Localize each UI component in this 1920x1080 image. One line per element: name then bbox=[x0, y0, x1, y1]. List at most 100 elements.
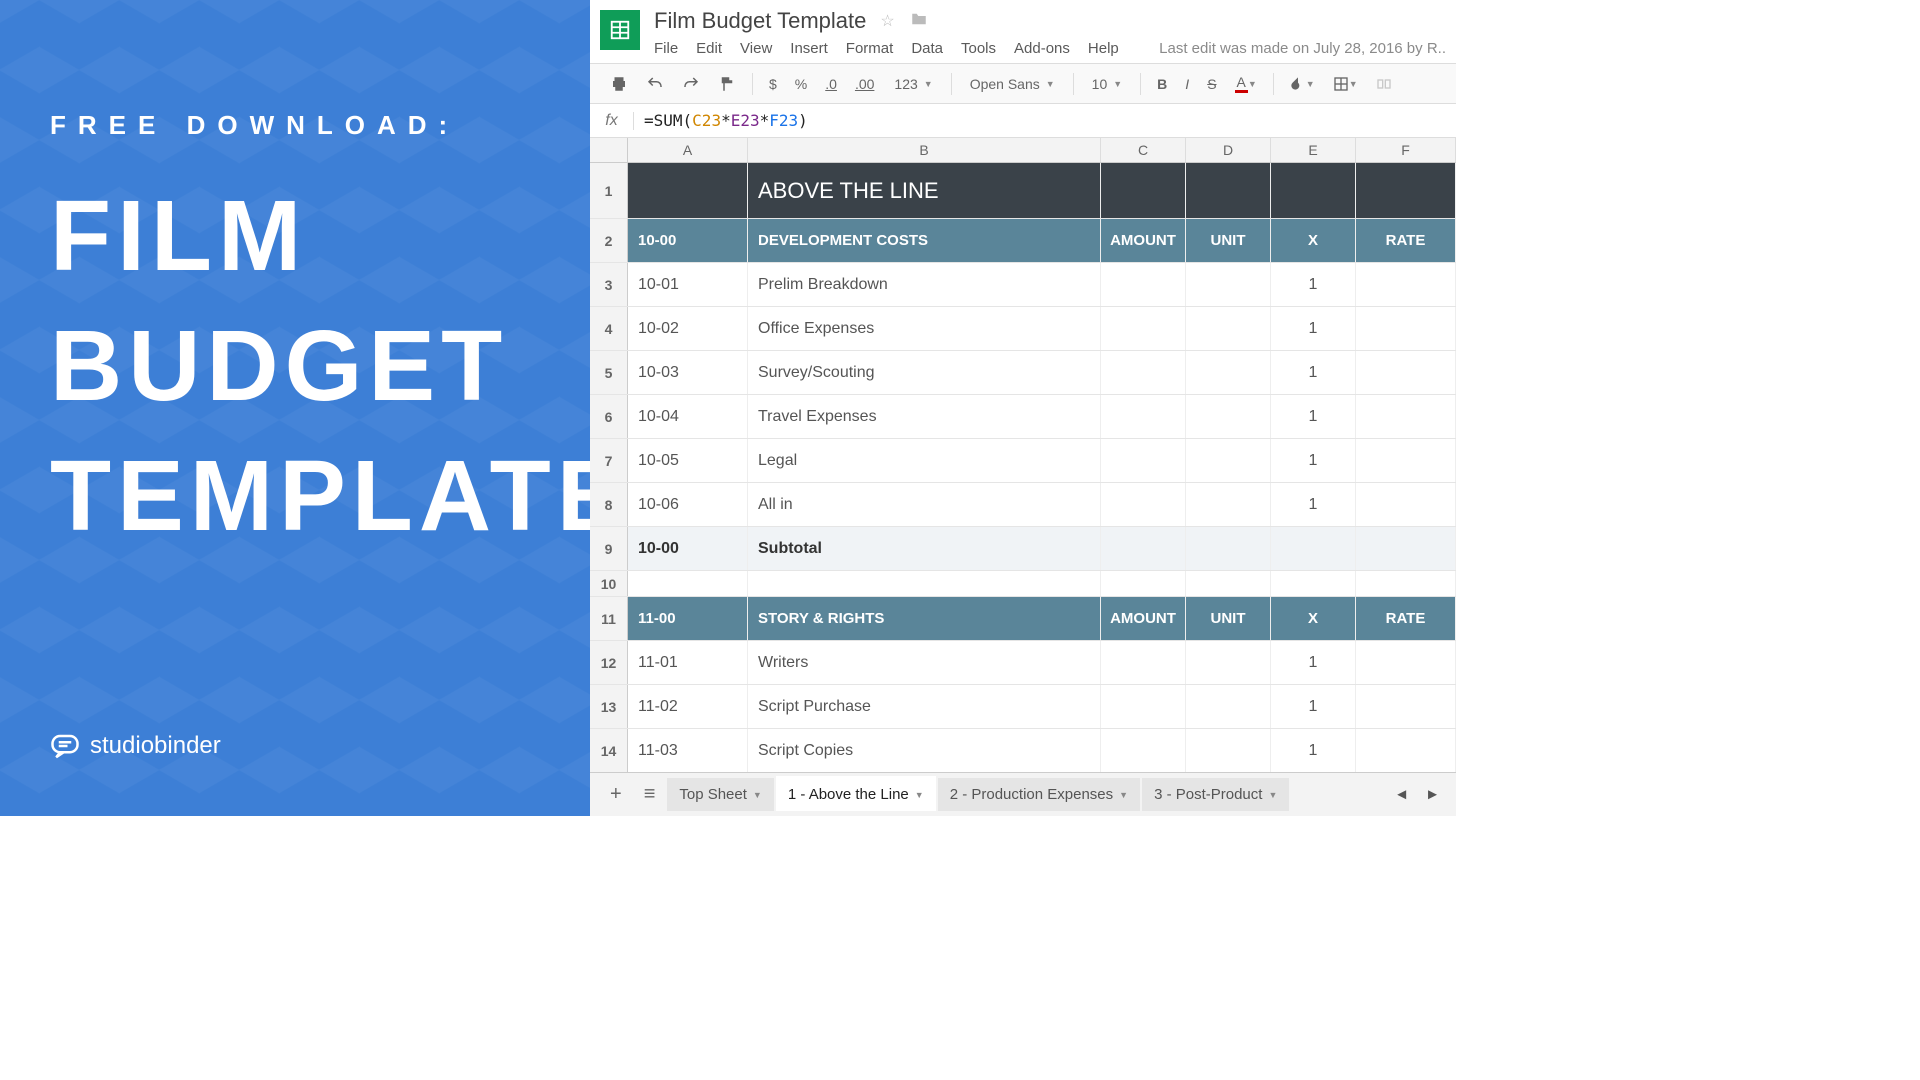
cell[interactable]: 1 bbox=[1271, 263, 1356, 306]
menu-tools[interactable]: Tools bbox=[961, 40, 996, 57]
row-header[interactable]: 13 bbox=[590, 685, 628, 728]
cell[interactable] bbox=[1356, 571, 1456, 596]
cell[interactable]: 11-01 bbox=[628, 641, 748, 684]
decrease-decimal-button[interactable]: .0 bbox=[819, 71, 843, 97]
cell[interactable] bbox=[1271, 527, 1356, 570]
cell[interactable] bbox=[1186, 263, 1271, 306]
bold-button[interactable]: B bbox=[1151, 71, 1173, 97]
cell[interactable]: DEVELOPMENT COSTS bbox=[748, 219, 1101, 262]
cell[interactable] bbox=[628, 163, 748, 218]
cell[interactable]: AMOUNT bbox=[1101, 219, 1186, 262]
cell[interactable]: 1 bbox=[1271, 395, 1356, 438]
cell[interactable] bbox=[1356, 395, 1456, 438]
borders-button[interactable]: ▼ bbox=[1327, 71, 1364, 97]
cell[interactable]: 1 bbox=[1271, 307, 1356, 350]
cell[interactable]: 10-03 bbox=[628, 351, 748, 394]
cell[interactable] bbox=[1356, 483, 1456, 526]
formula-input[interactable]: =SUM(C23*E23*F23) bbox=[634, 111, 818, 130]
cell[interactable]: ABOVE THE LINE bbox=[748, 163, 1101, 218]
cell[interactable] bbox=[1101, 729, 1186, 772]
menu-data[interactable]: Data bbox=[911, 40, 943, 57]
cell[interactable]: 1 bbox=[1271, 729, 1356, 772]
menu-format[interactable]: Format bbox=[846, 40, 894, 57]
merge-cells-button[interactable] bbox=[1370, 71, 1398, 97]
doc-title[interactable]: Film Budget Template bbox=[654, 6, 866, 36]
cell[interactable]: UNIT bbox=[1186, 219, 1271, 262]
redo-icon[interactable] bbox=[676, 71, 706, 97]
cell[interactable]: Subtotal bbox=[748, 527, 1101, 570]
cell[interactable] bbox=[1356, 527, 1456, 570]
cell[interactable]: Writers bbox=[748, 641, 1101, 684]
paint-format-icon[interactable] bbox=[712, 71, 742, 97]
col-header-f[interactable]: F bbox=[1356, 138, 1456, 162]
cell[interactable] bbox=[1186, 483, 1271, 526]
cell[interactable]: Travel Expenses bbox=[748, 395, 1101, 438]
sheet-tab[interactable]: 3 - Post-Product▼ bbox=[1142, 778, 1289, 811]
cell[interactable]: X bbox=[1271, 597, 1356, 640]
col-header-a[interactable]: A bbox=[628, 138, 748, 162]
cell[interactable]: 10-00 bbox=[628, 527, 748, 570]
text-color-button[interactable]: A▼ bbox=[1229, 70, 1263, 97]
number-format-dropdown[interactable]: 123▼ bbox=[886, 72, 940, 96]
cell[interactable]: 10-02 bbox=[628, 307, 748, 350]
cell[interactable]: STORY & RIGHTS bbox=[748, 597, 1101, 640]
cell[interactable] bbox=[1186, 163, 1271, 218]
cell[interactable]: 1 bbox=[1271, 483, 1356, 526]
cell[interactable] bbox=[1356, 163, 1456, 218]
font-family-dropdown[interactable]: Open Sans▼ bbox=[962, 72, 1063, 96]
cell[interactable] bbox=[1356, 307, 1456, 350]
cell[interactable] bbox=[1356, 351, 1456, 394]
cell[interactable]: 1 bbox=[1271, 439, 1356, 482]
menu-view[interactable]: View bbox=[740, 40, 772, 57]
cell[interactable] bbox=[1186, 571, 1271, 596]
cell[interactable] bbox=[1356, 641, 1456, 684]
cell[interactable]: 11-00 bbox=[628, 597, 748, 640]
cell[interactable] bbox=[1356, 729, 1456, 772]
cell[interactable]: 10-01 bbox=[628, 263, 748, 306]
fill-color-button[interactable]: ▼ bbox=[1284, 71, 1321, 97]
cell[interactable] bbox=[1101, 351, 1186, 394]
row-header[interactable]: 2 bbox=[590, 219, 628, 262]
star-icon[interactable]: ☆ bbox=[880, 11, 894, 31]
cell[interactable]: 11-02 bbox=[628, 685, 748, 728]
cell[interactable] bbox=[1101, 263, 1186, 306]
strikethrough-button[interactable]: S bbox=[1201, 71, 1222, 97]
font-size-dropdown[interactable]: 10▼ bbox=[1084, 72, 1131, 96]
col-header-e[interactable]: E bbox=[1271, 138, 1356, 162]
cell[interactable] bbox=[1186, 729, 1271, 772]
row-header[interactable]: 12 bbox=[590, 641, 628, 684]
increase-decimal-button[interactable]: .00 bbox=[849, 71, 880, 97]
cell[interactable]: 10-05 bbox=[628, 439, 748, 482]
menu-edit[interactable]: Edit bbox=[696, 40, 722, 57]
cell[interactable]: X bbox=[1271, 219, 1356, 262]
row-header[interactable]: 10 bbox=[590, 571, 628, 596]
row-header[interactable]: 9 bbox=[590, 527, 628, 570]
cell[interactable] bbox=[1356, 685, 1456, 728]
cell[interactable] bbox=[1356, 263, 1456, 306]
format-percent-button[interactable]: % bbox=[789, 71, 813, 97]
cell[interactable]: Office Expenses bbox=[748, 307, 1101, 350]
select-all-corner[interactable] bbox=[590, 138, 628, 162]
cell[interactable]: 11-03 bbox=[628, 729, 748, 772]
cell[interactable] bbox=[1101, 439, 1186, 482]
row-header[interactable]: 6 bbox=[590, 395, 628, 438]
add-sheet-button[interactable]: + bbox=[600, 777, 632, 812]
cell[interactable] bbox=[1186, 439, 1271, 482]
cell[interactable] bbox=[1101, 527, 1186, 570]
row-header[interactable]: 5 bbox=[590, 351, 628, 394]
print-icon[interactable] bbox=[604, 71, 634, 97]
chevron-down-icon[interactable]: ▼ bbox=[1268, 790, 1277, 800]
row-header[interactable]: 7 bbox=[590, 439, 628, 482]
cell[interactable] bbox=[1271, 571, 1356, 596]
row-header[interactable]: 4 bbox=[590, 307, 628, 350]
cell[interactable]: 1 bbox=[1271, 641, 1356, 684]
cell[interactable]: All in bbox=[748, 483, 1101, 526]
menu-insert[interactable]: Insert bbox=[790, 40, 828, 57]
cell[interactable] bbox=[628, 571, 748, 596]
sheet-tab[interactable]: 1 - Above the Line▼ bbox=[776, 776, 936, 811]
menu-help[interactable]: Help bbox=[1088, 40, 1119, 57]
row-header[interactable]: 11 bbox=[590, 597, 628, 640]
format-currency-button[interactable]: $ bbox=[763, 71, 783, 97]
cell[interactable]: Script Copies bbox=[748, 729, 1101, 772]
folder-icon[interactable] bbox=[909, 10, 929, 33]
